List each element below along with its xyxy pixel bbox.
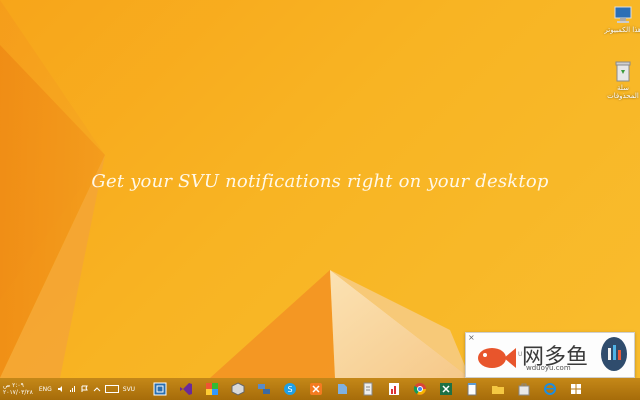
excel-icon (440, 383, 453, 395)
notepad-button[interactable] (460, 378, 484, 400)
keyboard-icon[interactable] (104, 385, 119, 393)
language-indicator[interactable]: ENG (39, 386, 52, 393)
skype-button[interactable]: S (278, 378, 302, 400)
box-app-button[interactable] (226, 378, 250, 400)
chart-app-button[interactable] (382, 378, 406, 400)
notification-toast[interactable]: × U 网多鱼 wduoyu.com (465, 332, 635, 378)
this-pc-shortcut[interactable]: هذا الكمبيوتر (603, 6, 640, 34)
folder-button[interactable] (486, 378, 510, 400)
watermark-url: wduoyu.com (526, 364, 571, 372)
network-icon[interactable] (69, 385, 77, 393)
document-button[interactable] (356, 378, 380, 400)
fish-logo-icon (478, 348, 516, 368)
paper-button[interactable] (330, 378, 354, 400)
xampp-icon (310, 383, 323, 395)
taskview-button[interactable] (148, 378, 172, 400)
computer-icon (614, 6, 632, 23)
taskview-icon (153, 382, 167, 396)
colorful-app-button[interactable] (200, 378, 224, 400)
toast-close-button[interactable]: × (468, 333, 475, 342)
visual-studio-button[interactable] (174, 378, 198, 400)
windows-store-icon (571, 384, 582, 394)
ie-icon (544, 383, 557, 395)
skype-icon: S (284, 383, 297, 395)
document-icon (363, 382, 373, 396)
promo-headline: Get your SVU notifications right on your… (91, 171, 549, 192)
svu-app-badge-icon (601, 337, 627, 371)
xampp-button[interactable] (304, 378, 328, 400)
volume-icon[interactable] (57, 385, 65, 393)
recycle-bin-shortcut[interactable]: سلة المحذوفات (603, 60, 640, 100)
folder-icon (492, 386, 505, 394)
network-app-button[interactable] (252, 378, 276, 400)
store-icon (518, 383, 530, 396)
paper-icon (338, 384, 348, 394)
taskbar: ٢:٠٩ ص ٢٠١٧/٠٣/٢٨ ENG SVU S (0, 378, 640, 400)
flag-icon[interactable] (81, 385, 89, 393)
chevron-up-icon[interactable] (93, 385, 101, 393)
pinned-apps: S (148, 378, 590, 400)
clock[interactable]: ٢:٠٩ ص ٢٠١٧/٠٣/٢٨ (3, 382, 33, 396)
notepad-icon (467, 383, 477, 396)
this-pc-label: هذا الكمبيوتر (604, 26, 640, 34)
recycle-bin-label: سلة المحذوفات (607, 84, 639, 100)
box-app-icon (231, 382, 245, 396)
store-button[interactable] (512, 378, 536, 400)
clock-date: ٢٠١٧/٠٣/٢٨ (3, 389, 33, 396)
chart-app-icon (389, 383, 400, 395)
chrome-button[interactable] (408, 378, 432, 400)
clock-time: ٢:٠٩ ص (3, 382, 24, 389)
ie-button[interactable] (538, 378, 562, 400)
windows-store-button[interactable] (564, 378, 588, 400)
excel-button[interactable] (434, 378, 458, 400)
visual-studio-icon (180, 383, 193, 395)
colorful-app-icon (206, 383, 219, 395)
svg-text:S: S (288, 385, 293, 394)
recycle-bin-icon (615, 61, 631, 82)
chrome-icon (413, 383, 427, 395)
system-tray: ٢:٠٩ ص ٢٠١٧/٠٣/٢٨ ENG SVU (0, 378, 140, 400)
keyboard-label: SVU (122, 385, 136, 393)
network-app-icon (258, 384, 271, 394)
